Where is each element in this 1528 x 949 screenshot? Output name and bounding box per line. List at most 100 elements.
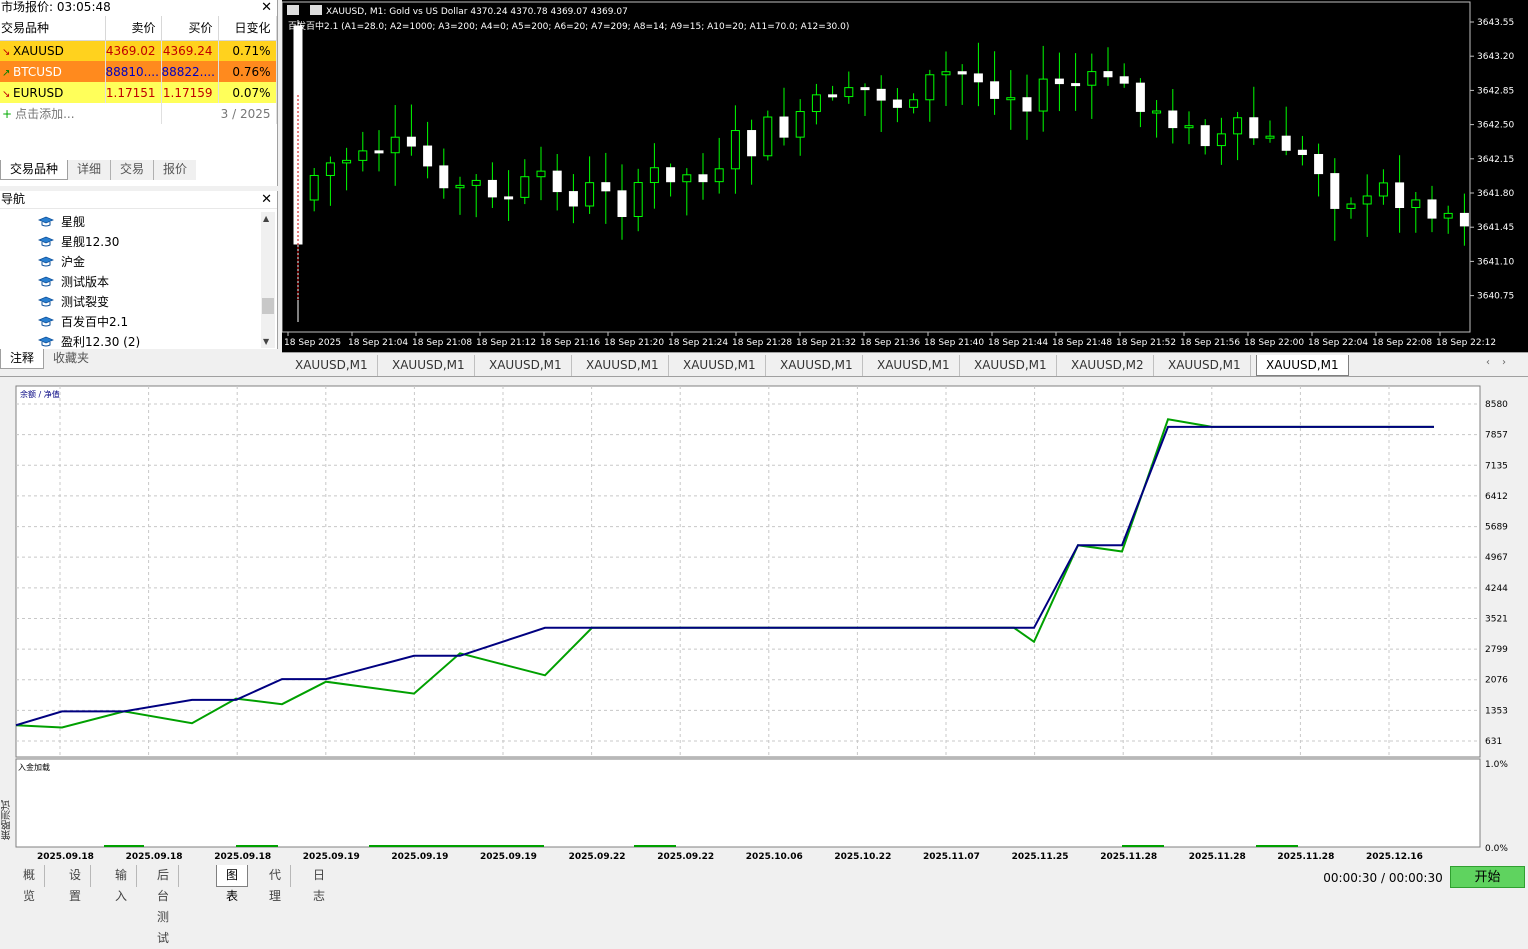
x-tick-label: 18 Sep 21:08 [412, 338, 472, 348]
symbol-row[interactable]: ↗ BTCUSD 88810.... 88822.... 0.76% [0, 61, 277, 82]
tab-backtest[interactable]: 后台测试 [148, 865, 180, 945]
chart-tab[interactable]: XAUUSD,M1 [868, 355, 960, 376]
candle [1216, 133, 1226, 147]
equity-plot-frame [15, 385, 1481, 758]
x-tick-label: 2025.09.18 [214, 852, 271, 862]
navigator-scrollbar[interactable]: ▲ ▼ [261, 212, 275, 348]
chart-tab[interactable]: XAUUSD,M1 [383, 355, 475, 376]
ask-price: 88822.... [161, 61, 219, 82]
candle [1135, 82, 1145, 112]
chart-tab[interactable]: XAUUSD,M1 [965, 355, 1057, 376]
candle [714, 168, 724, 183]
candle [1087, 71, 1097, 86]
chart-tab[interactable]: XAUUSD,M1 [674, 355, 766, 376]
navigator-item[interactable]: 星舰 [38, 212, 140, 232]
candle [325, 162, 335, 176]
navigator-item[interactable]: 沪金 [38, 252, 140, 272]
price-chart[interactable]: XAUUSD, M1: Gold vs US Dollar 4370.24 43… [281, 0, 1528, 352]
start-button[interactable]: 开始 [1450, 866, 1525, 888]
test-timer: 00:00:30 / 00:00:30 [1323, 871, 1443, 885]
candle [1378, 182, 1388, 197]
candle [406, 136, 416, 147]
candle [617, 190, 627, 217]
chart-tab[interactable]: XAUUSD,M1 [1256, 355, 1349, 376]
x-tick-label: 2025.09.19 [303, 852, 360, 862]
tab-favorites[interactable]: 收藏夹 [44, 349, 98, 369]
tab-ticks[interactable]: 报价 [154, 160, 196, 180]
navigator-item[interactable]: 测试版本 [38, 272, 140, 292]
navigator-item[interactable]: 百发百中2.1 [38, 312, 140, 332]
daily-change: 0.07% [218, 82, 277, 103]
tab-trading[interactable]: 交易 [111, 160, 155, 180]
menu-icon [287, 5, 299, 15]
y-tick-label: 3642.85 [1477, 86, 1514, 96]
tab-symbols[interactable]: 交易品种 [0, 160, 69, 180]
header-symbol[interactable]: 交易品种 [0, 16, 106, 41]
tab-scroll-arrows[interactable]: ‹› [1486, 357, 1518, 368]
x-tick-label: 18 Sep 21:48 [1052, 338, 1112, 348]
y-tick-label: 1353 [1485, 706, 1508, 716]
scroll-up-icon[interactable]: ▲ [263, 214, 269, 223]
chart-tab[interactable]: XAUUSD,M2 [1062, 355, 1154, 376]
candle [941, 71, 951, 76]
candle [779, 116, 789, 138]
chart-tab[interactable]: XAUUSD,M1 [771, 355, 863, 376]
tab-settings[interactable]: 设置 [60, 865, 92, 903]
tab-overview[interactable]: 概览 [14, 865, 46, 903]
header-ask[interactable]: 买价 [161, 16, 219, 41]
y-tick-label: 3641.80 [1477, 189, 1514, 199]
x-tick-label: 2025.11.28 [1100, 852, 1157, 862]
candle [860, 87, 870, 91]
expert-advisor-icon [38, 296, 54, 307]
x-tick-label: 18 Sep 21:24 [668, 338, 728, 348]
navigator-item[interactable]: 星舰12.30 [38, 232, 140, 252]
navigator-panel: 导航 ✕ 星舰 星舰12.30 沪金 测试版本 测试裂变 百发百中2.1 盈利12.30 (… [0, 191, 278, 349]
tab-details[interactable]: 详细 [68, 160, 112, 180]
candle [1314, 153, 1324, 175]
y-tick-label: 7135 [1485, 461, 1508, 471]
y-tick-label: 3641.10 [1477, 257, 1514, 267]
x-tick-label: 18 Sep 21:28 [732, 338, 792, 348]
y-tick-label: 2076 [1485, 676, 1508, 686]
candle [1152, 110, 1162, 114]
header-bid[interactable]: 卖价 [105, 16, 162, 41]
navigator-item[interactable]: 测试裂变 [38, 292, 140, 312]
symbol-row[interactable]: ↘ EURUSD 1.17151 1.17159 0.07% [0, 82, 277, 103]
chart-tab[interactable]: XAUUSD,M1 [577, 355, 669, 376]
candle [520, 176, 530, 198]
add-symbol-link[interactable]: + 点击添加... [0, 103, 162, 124]
x-tick-label: 18 Sep 21:40 [924, 338, 984, 348]
close-icon[interactable]: ✕ [261, 192, 272, 207]
scroll-thumb[interactable] [262, 298, 274, 314]
candle [909, 99, 919, 108]
y-tick-label: 8580 [1485, 400, 1508, 410]
candle [552, 170, 562, 193]
chart-tab[interactable]: XAUUSD,M1 [480, 355, 572, 376]
navigator-list: 星舰 星舰12.30 沪金 测试版本 测试裂变 百发百中2.1 盈利12.30 (2) [38, 212, 140, 352]
y-tick-label: 0.0% [1485, 844, 1508, 854]
candlestick-chart[interactable]: XAUUSD, M1: Gold vs US Dollar 4370.24 43… [281, 0, 1528, 352]
candle [730, 130, 740, 170]
tab-agents[interactable]: 代理 [260, 865, 292, 903]
scroll-down-icon[interactable]: ▼ [263, 337, 269, 346]
expert-advisor-icon [38, 276, 54, 287]
y-tick-label: 3521 [1485, 614, 1508, 624]
tab-graph[interactable]: 图表 [216, 865, 249, 903]
y-tick-label: 631 [1485, 737, 1502, 747]
symbol-row[interactable]: ↘ XAUUSD 4369.02 4369.24 0.71% [0, 40, 277, 61]
header-change[interactable]: 日变化 [218, 16, 277, 41]
tab-journal[interactable]: 日志 [304, 865, 334, 903]
tab-inputs[interactable]: 输入 [106, 865, 138, 903]
x-tick-label: 2025.09.22 [569, 852, 626, 862]
close-icon[interactable]: ✕ [261, 0, 272, 15]
tab-comments[interactable]: 注释 [0, 349, 45, 369]
candle [439, 165, 449, 189]
candle [876, 88, 886, 101]
candle [682, 174, 692, 183]
candle [649, 167, 659, 184]
x-tick-label: 2025.11.25 [1012, 852, 1069, 862]
candle [423, 145, 433, 167]
chart-tab[interactable]: XAUUSD,M1 [286, 355, 378, 376]
chart-tab[interactable]: XAUUSD,M1 [1159, 355, 1251, 376]
candle [487, 179, 497, 198]
